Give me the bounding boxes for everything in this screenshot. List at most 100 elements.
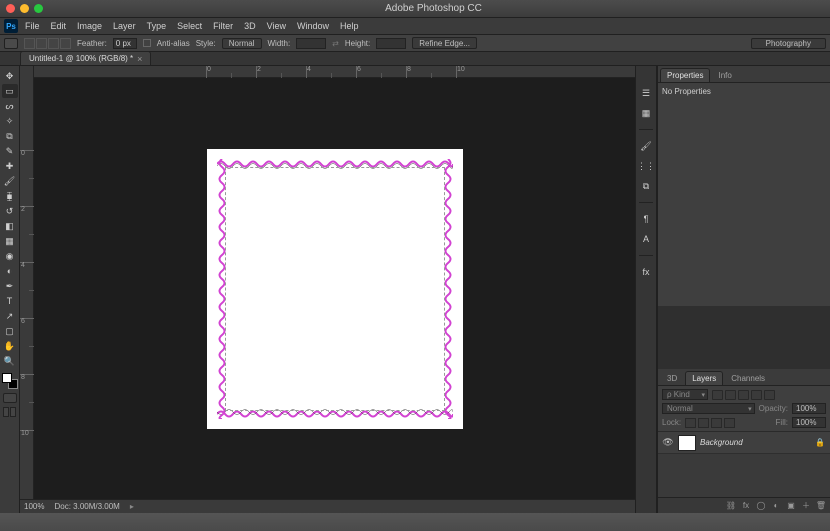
new-adjustment-icon[interactable]: ◐ [770, 500, 782, 512]
layer-visibility-icon[interactable]: 👁 [662, 437, 674, 448]
tool-hand[interactable]: ✋ [2, 339, 18, 353]
new-layer-icon[interactable]: ＋ [800, 500, 812, 512]
filter-pixel-icon[interactable] [712, 390, 723, 400]
tool-marquee[interactable]: ▭ [2, 84, 18, 98]
layer-lock-icon[interactable]: 🔒 [814, 438, 826, 447]
filter-adjust-icon[interactable] [725, 390, 736, 400]
document-canvas[interactable] [207, 149, 463, 429]
quick-mask-toggle[interactable] [3, 393, 17, 403]
tool-move[interactable]: ✥ [2, 69, 18, 83]
selection-new-button[interactable] [24, 38, 35, 49]
layer-mask-icon[interactable]: ◯ [755, 500, 767, 512]
lock-pixels-icon[interactable] [698, 418, 709, 428]
tool-history-brush[interactable]: ↺ [2, 204, 18, 218]
menu-window[interactable]: Window [293, 21, 333, 31]
layer-row[interactable]: 👁 Background 🔒 [658, 432, 830, 454]
delete-layer-icon[interactable]: 🗑 [815, 500, 827, 512]
filter-shape-icon[interactable] [751, 390, 762, 400]
dock-character-icon[interactable]: A [638, 232, 654, 246]
new-group-icon[interactable]: ▣ [785, 500, 797, 512]
dock-paragraph-icon[interactable]: ¶ [638, 212, 654, 226]
menu-layer[interactable]: Layer [109, 21, 140, 31]
dock-swatches-icon[interactable]: ▦ [638, 106, 654, 120]
tab-channels[interactable]: Channels [724, 371, 772, 385]
selection-add-button[interactable] [36, 38, 47, 49]
tool-blur[interactable]: ◉ [2, 249, 18, 263]
height-input[interactable] [376, 38, 406, 49]
doc-size-readout[interactable]: Doc: 3.00M/3.00M [54, 502, 119, 511]
dock-brush-icon[interactable]: 🖌 [638, 139, 654, 153]
tool-heal[interactable]: ✚ [2, 159, 18, 173]
dock-clone-icon[interactable]: ⧉ [638, 179, 654, 193]
width-input[interactable] [296, 38, 326, 49]
ruler-origin[interactable] [20, 66, 34, 78]
menu-help[interactable]: Help [336, 21, 363, 31]
feather-input[interactable]: 0 px [113, 38, 137, 49]
menu-select[interactable]: Select [173, 21, 206, 31]
menu-filter[interactable]: Filter [209, 21, 237, 31]
screen-mode-switcher[interactable] [3, 407, 16, 417]
tool-zoom[interactable]: 🔍 [2, 354, 18, 368]
tool-preset-dropdown[interactable] [4, 38, 18, 49]
close-window-button[interactable] [6, 4, 15, 13]
tool-eyedropper[interactable]: ✎ [2, 144, 18, 158]
menu-edit[interactable]: Edit [47, 21, 71, 31]
tool-shape[interactable]: ▢ [2, 324, 18, 338]
tool-gradient[interactable]: ▦ [2, 234, 18, 248]
ruler-vertical[interactable]: 0 2 4 6 8 10 [20, 78, 34, 499]
maximize-window-button[interactable] [34, 4, 43, 13]
tool-wand[interactable]: ✧ [2, 114, 18, 128]
zoom-readout[interactable]: 100% [24, 502, 44, 511]
lock-buttons [685, 418, 735, 428]
lock-transparency-icon[interactable] [685, 418, 696, 428]
tool-eraser[interactable]: ◧ [2, 219, 18, 233]
link-layers-icon[interactable]: ⛓ [725, 500, 737, 512]
tool-stamp[interactable]: ⧯ [2, 189, 18, 203]
tool-type[interactable]: T [2, 294, 18, 308]
antialias-checkbox[interactable] [143, 39, 151, 47]
layer-thumbnail[interactable] [678, 435, 696, 451]
layer-fx-icon[interactable]: fx [740, 500, 752, 512]
blend-mode-dropdown[interactable]: Normal [662, 403, 755, 414]
lock-position-icon[interactable] [711, 418, 722, 428]
workspace-switcher[interactable]: Photography [751, 38, 826, 49]
tab-info[interactable]: Info [711, 68, 738, 82]
status-chevron-icon[interactable]: ▸ [130, 502, 134, 511]
refine-edge-button[interactable]: Refine Edge... [412, 37, 477, 49]
style-dropdown[interactable]: Normal [222, 38, 262, 49]
tab-layers[interactable]: Layers [685, 371, 723, 385]
tool-pen[interactable]: ✒ [2, 279, 18, 293]
document-tab[interactable]: Untitled-1 @ 100% (RGB/8) * × [20, 51, 151, 65]
menu-type[interactable]: Type [143, 21, 171, 31]
tool-brush[interactable]: 🖌 [2, 174, 18, 188]
selection-subtract-button[interactable] [48, 38, 59, 49]
minimize-window-button[interactable] [20, 4, 29, 13]
filter-type-icon[interactable] [738, 390, 749, 400]
ruler-horizontal[interactable]: 0 2 4 6 8 10 [20, 66, 635, 78]
tab-properties[interactable]: Properties [660, 68, 710, 82]
menu-image[interactable]: Image [73, 21, 106, 31]
layer-filter-dropdown[interactable]: ρ Kind [662, 389, 708, 400]
menu-3d[interactable]: 3D [240, 21, 260, 31]
tool-crop[interactable]: ⧉ [2, 129, 18, 143]
dock-brush-presets-icon[interactable]: ⋮⋮ [638, 159, 654, 173]
tool-path[interactable]: ↗ [2, 309, 18, 323]
opacity-input[interactable]: 100% [792, 403, 826, 414]
layer-name[interactable]: Background [700, 438, 810, 447]
canvas-area[interactable] [34, 78, 635, 499]
tool-dodge[interactable]: ◐ [2, 264, 18, 278]
tab-3d[interactable]: 3D [660, 371, 684, 385]
close-tab-icon[interactable]: × [137, 54, 142, 64]
dock-history-icon[interactable]: ☰ [638, 86, 654, 100]
swap-dimensions-icon[interactable]: ⇄ [332, 39, 339, 48]
menu-view[interactable]: View [263, 21, 290, 31]
tool-lasso[interactable]: ᔕ [2, 99, 18, 113]
dock-styles-icon[interactable]: fx [638, 265, 654, 279]
selection-intersect-button[interactable] [60, 38, 71, 49]
fill-input[interactable]: 100% [792, 417, 826, 428]
filter-smart-icon[interactable] [764, 390, 775, 400]
lock-all-icon[interactable] [724, 418, 735, 428]
menu-file[interactable]: File [21, 21, 44, 31]
foreground-color-swatch[interactable] [2, 373, 12, 383]
foreground-background-swatch[interactable] [2, 373, 18, 389]
